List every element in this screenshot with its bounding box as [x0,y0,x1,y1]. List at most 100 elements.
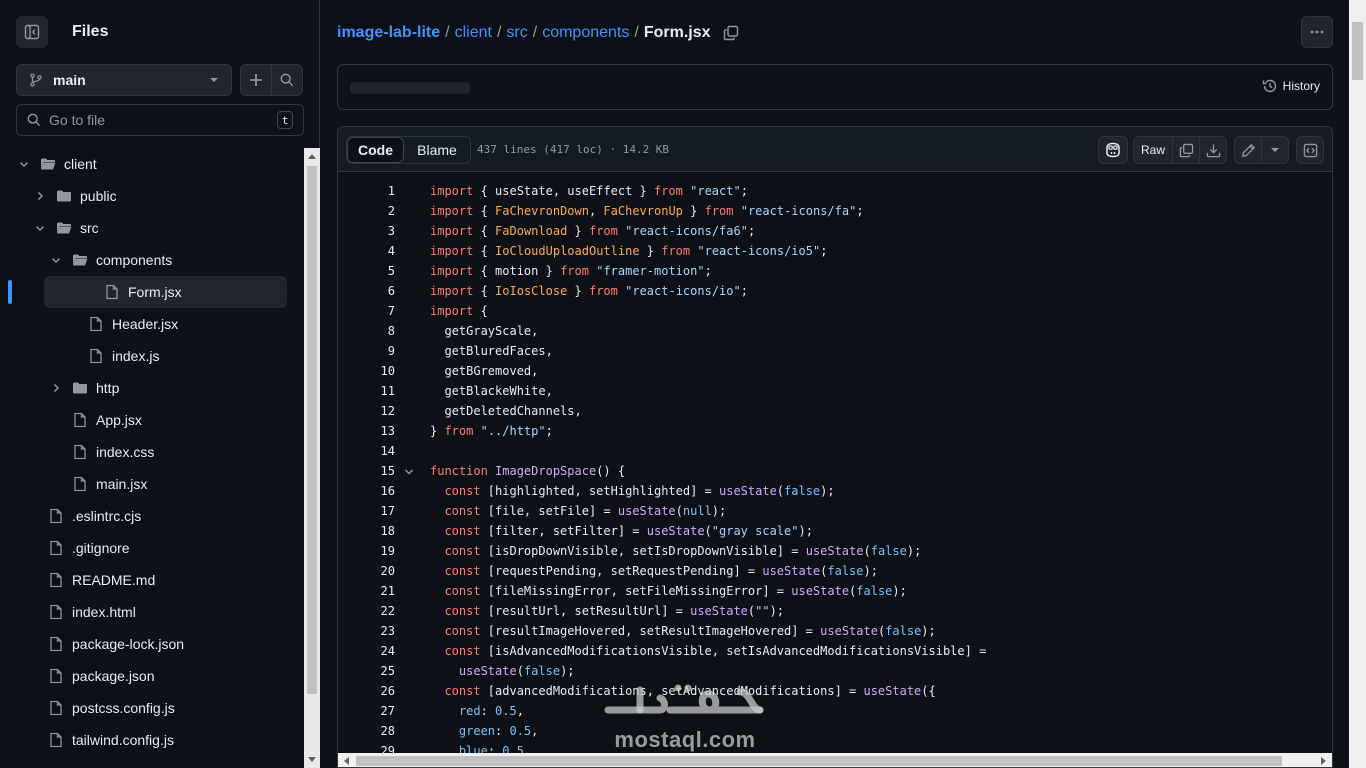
more-options-button[interactable] [1301,16,1333,48]
line-number[interactable]: 28 [338,724,395,738]
line-number[interactable]: 21 [338,584,395,598]
scroll-down-arrow[interactable] [308,757,316,762]
go-to-file-field[interactable]: t [16,104,304,136]
line-number[interactable]: 11 [338,384,395,398]
tree-file-header-jsx[interactable]: Header.jsx [0,308,290,340]
tree-file-index-css[interactable]: index.css [0,436,290,468]
line-number[interactable]: 4 [338,244,395,258]
breadcrumb-link-src[interactable]: src [506,24,527,42]
line-number[interactable]: 8 [338,324,395,338]
add-file-button[interactable] [240,64,272,96]
tree-folder-components[interactable]: components [0,244,290,276]
chevron-right-icon[interactable] [32,190,48,202]
branch-selector[interactable]: main [16,64,232,96]
copilot-button[interactable] [1098,136,1128,164]
tab-code[interactable]: Code [347,137,404,163]
tree-folder-http[interactable]: http [0,372,290,404]
code-text: const [requestPending, setRequestPending… [430,564,878,578]
code-lines[interactable]: 1 import { useState, useEffect } from "re… [338,173,1332,757]
breadcrumb-link-client[interactable]: client [455,24,492,42]
scroll-left-arrow[interactable] [344,757,349,765]
line-number[interactable]: 7 [338,304,395,318]
sidebar-title: Files [72,23,109,40]
line-number[interactable]: 6 [338,284,395,298]
line-number[interactable]: 20 [338,564,395,578]
plus-icon [250,74,262,86]
file-tree-scrollbar[interactable] [304,148,320,768]
tree-file-main-jsx[interactable]: main.jsx [0,468,290,500]
line-number[interactable]: 27 [338,704,395,718]
line-number[interactable]: 19 [338,544,395,558]
chevron-down-icon[interactable] [48,254,64,266]
tree-file-postcss-config-js[interactable]: postcss.config.js [0,692,290,724]
line-number[interactable]: 14 [338,444,395,458]
edit-file-button[interactable] [1234,136,1262,164]
tree-file-readme-md[interactable]: README.md [0,564,290,596]
line-number[interactable]: 16 [338,484,395,498]
line-number[interactable]: 26 [338,684,395,698]
line-number[interactable]: 18 [338,524,395,538]
fold-chevron-icon[interactable] [404,466,414,476]
code-text: const [resultImageHovered, setResultImag… [430,624,935,638]
line-number[interactable]: 17 [338,504,395,518]
line-number[interactable]: 9 [338,344,395,358]
breadcrumb-link-components[interactable]: components [542,24,629,42]
tree-folder-public[interactable]: public [0,180,290,212]
search-code-button[interactable] [271,64,303,96]
line-number[interactable]: 10 [338,364,395,378]
copy-path-button[interactable] [723,25,739,41]
chevron-down-icon[interactable] [32,222,48,234]
raw-button[interactable]: Raw [1133,136,1173,164]
line-number[interactable]: 13 [338,424,395,438]
page-scrollbar[interactable] [1349,0,1366,768]
line-number[interactable]: 25 [338,664,395,678]
folder-icon [72,380,88,396]
scrollbar-thumb[interactable] [356,756,1282,766]
code-token: const [444,604,481,618]
file-icon [48,508,64,524]
tree-file-package-lock-json[interactable]: package-lock.json [0,628,290,660]
code-token: () { [596,464,626,478]
tree-file-gitignore[interactable]: .gitignore [0,532,290,564]
line-number[interactable]: 12 [338,404,395,418]
chevron-down-icon[interactable] [16,158,32,170]
scrollbar-thumb[interactable] [307,166,317,694]
code-horizontal-scrollbar[interactable] [338,753,1332,767]
tree-file-package-json[interactable]: package.json [0,660,290,692]
line-number[interactable]: 15 [338,464,395,478]
tree-file-app-jsx[interactable]: App.jsx [0,404,290,436]
code-token: "" [755,604,770,618]
breadcrumb-repo-link[interactable]: image-lab-lite [337,24,440,42]
tree-file-eslintrc-cjs[interactable]: .eslintrc.cjs [0,500,290,532]
line-number[interactable]: 22 [338,604,395,618]
line-number[interactable]: 23 [338,624,395,638]
code-text: green: 0.5, [430,724,539,738]
history-button[interactable]: History [1262,78,1320,94]
tree-file-tailwind-config-js[interactable]: tailwind.config.js [0,724,290,756]
line-number[interactable]: 5 [338,264,395,278]
tree-folder-src[interactable]: src [0,212,290,244]
code-line: 14 [338,441,1332,461]
code-text: getBluredFaces, [430,344,552,358]
line-number[interactable]: 3 [338,224,395,238]
go-to-file-input[interactable] [49,112,277,128]
tree-file-index-html[interactable]: index.html [0,596,290,628]
copy-raw-button[interactable] [1172,136,1200,164]
code-token: { useState, useEffect } [473,184,654,198]
scroll-right-arrow[interactable] [1321,757,1326,765]
tree-file-form-jsx[interactable]: Form.jsx [44,276,287,308]
scroll-up-arrow[interactable] [308,154,316,159]
tree-folder-client[interactable]: client [0,148,290,180]
line-number[interactable]: 2 [338,204,395,218]
chevron-right-icon[interactable] [48,382,64,394]
collapse-sidebar-button[interactable] [16,16,48,48]
symbols-panel-button[interactable] [1296,136,1324,164]
line-number[interactable]: 1 [338,184,395,198]
line-number[interactable]: 24 [338,644,395,658]
kebab-horizontal-icon [1310,30,1324,34]
tree-file-index-js[interactable]: index.js [0,340,290,372]
download-raw-button[interactable] [1199,136,1227,164]
scrollbar-thumb[interactable] [1352,22,1363,80]
edit-options-dropdown[interactable] [1261,136,1289,164]
tab-blame[interactable]: Blame [404,137,470,163]
